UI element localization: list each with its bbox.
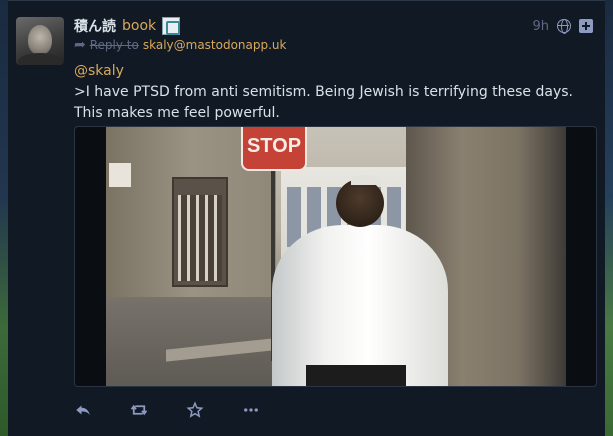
status-body-text: >I have PTSD from anti semitism. Being J… <box>74 84 573 121</box>
more-button[interactable] <box>242 399 298 421</box>
reply-arrow-icon: ➦ <box>74 37 86 53</box>
video-thumbnail[interactable]: STOP <box>106 127 566 386</box>
display-name[interactable]: 積ん読 <box>74 16 116 36</box>
reply-icon <box>76 405 90 416</box>
timestamp[interactable]: 9h <box>532 19 549 34</box>
barred-door <box>172 177 228 287</box>
status-card: 積ん読 book ➦ Reply to skaly@mastodonapp.uk… <box>8 0 605 436</box>
door-bars <box>178 195 222 281</box>
avatar[interactable] <box>16 17 64 65</box>
boost-icon <box>130 404 148 416</box>
man-shirt <box>272 225 448 386</box>
ellipsis-icon <box>244 408 258 412</box>
boost-button[interactable] <box>130 399 186 421</box>
man-pants <box>306 365 406 386</box>
plus-square-icon[interactable] <box>579 19 593 33</box>
account-handle[interactable]: book <box>122 18 156 34</box>
favourite-button[interactable] <box>186 399 242 421</box>
mention-link[interactable]: @skaly <box>74 63 124 79</box>
avatar-face <box>28 25 52 55</box>
avatar-shoulders <box>18 53 62 65</box>
star-icon <box>186 401 204 418</box>
status-action-bar <box>74 399 298 421</box>
kippah <box>351 175 381 185</box>
status-header: 積ん読 book <box>74 16 181 36</box>
background-left-edge <box>0 0 8 436</box>
man-head <box>336 179 384 227</box>
reply-indicator: ➦ Reply to skaly@mastodonapp.uk <box>74 37 287 53</box>
reply-target-link[interactable]: skaly@mastodonapp.uk <box>143 38 287 52</box>
media-attachment[interactable]: STOP <box>74 126 597 387</box>
status-meta: 9h <box>532 16 593 36</box>
white-sign <box>109 163 131 187</box>
status-content: @skaly >I have PTSD from anti semitism. … <box>74 61 594 124</box>
custom-emoji-icon <box>162 17 181 35</box>
globe-icon <box>557 19 571 34</box>
stop-sign: STOP <box>241 127 307 171</box>
reply-label: Reply to <box>89 38 139 52</box>
reply-button[interactable] <box>74 399 130 421</box>
background-right-edge <box>605 0 613 436</box>
